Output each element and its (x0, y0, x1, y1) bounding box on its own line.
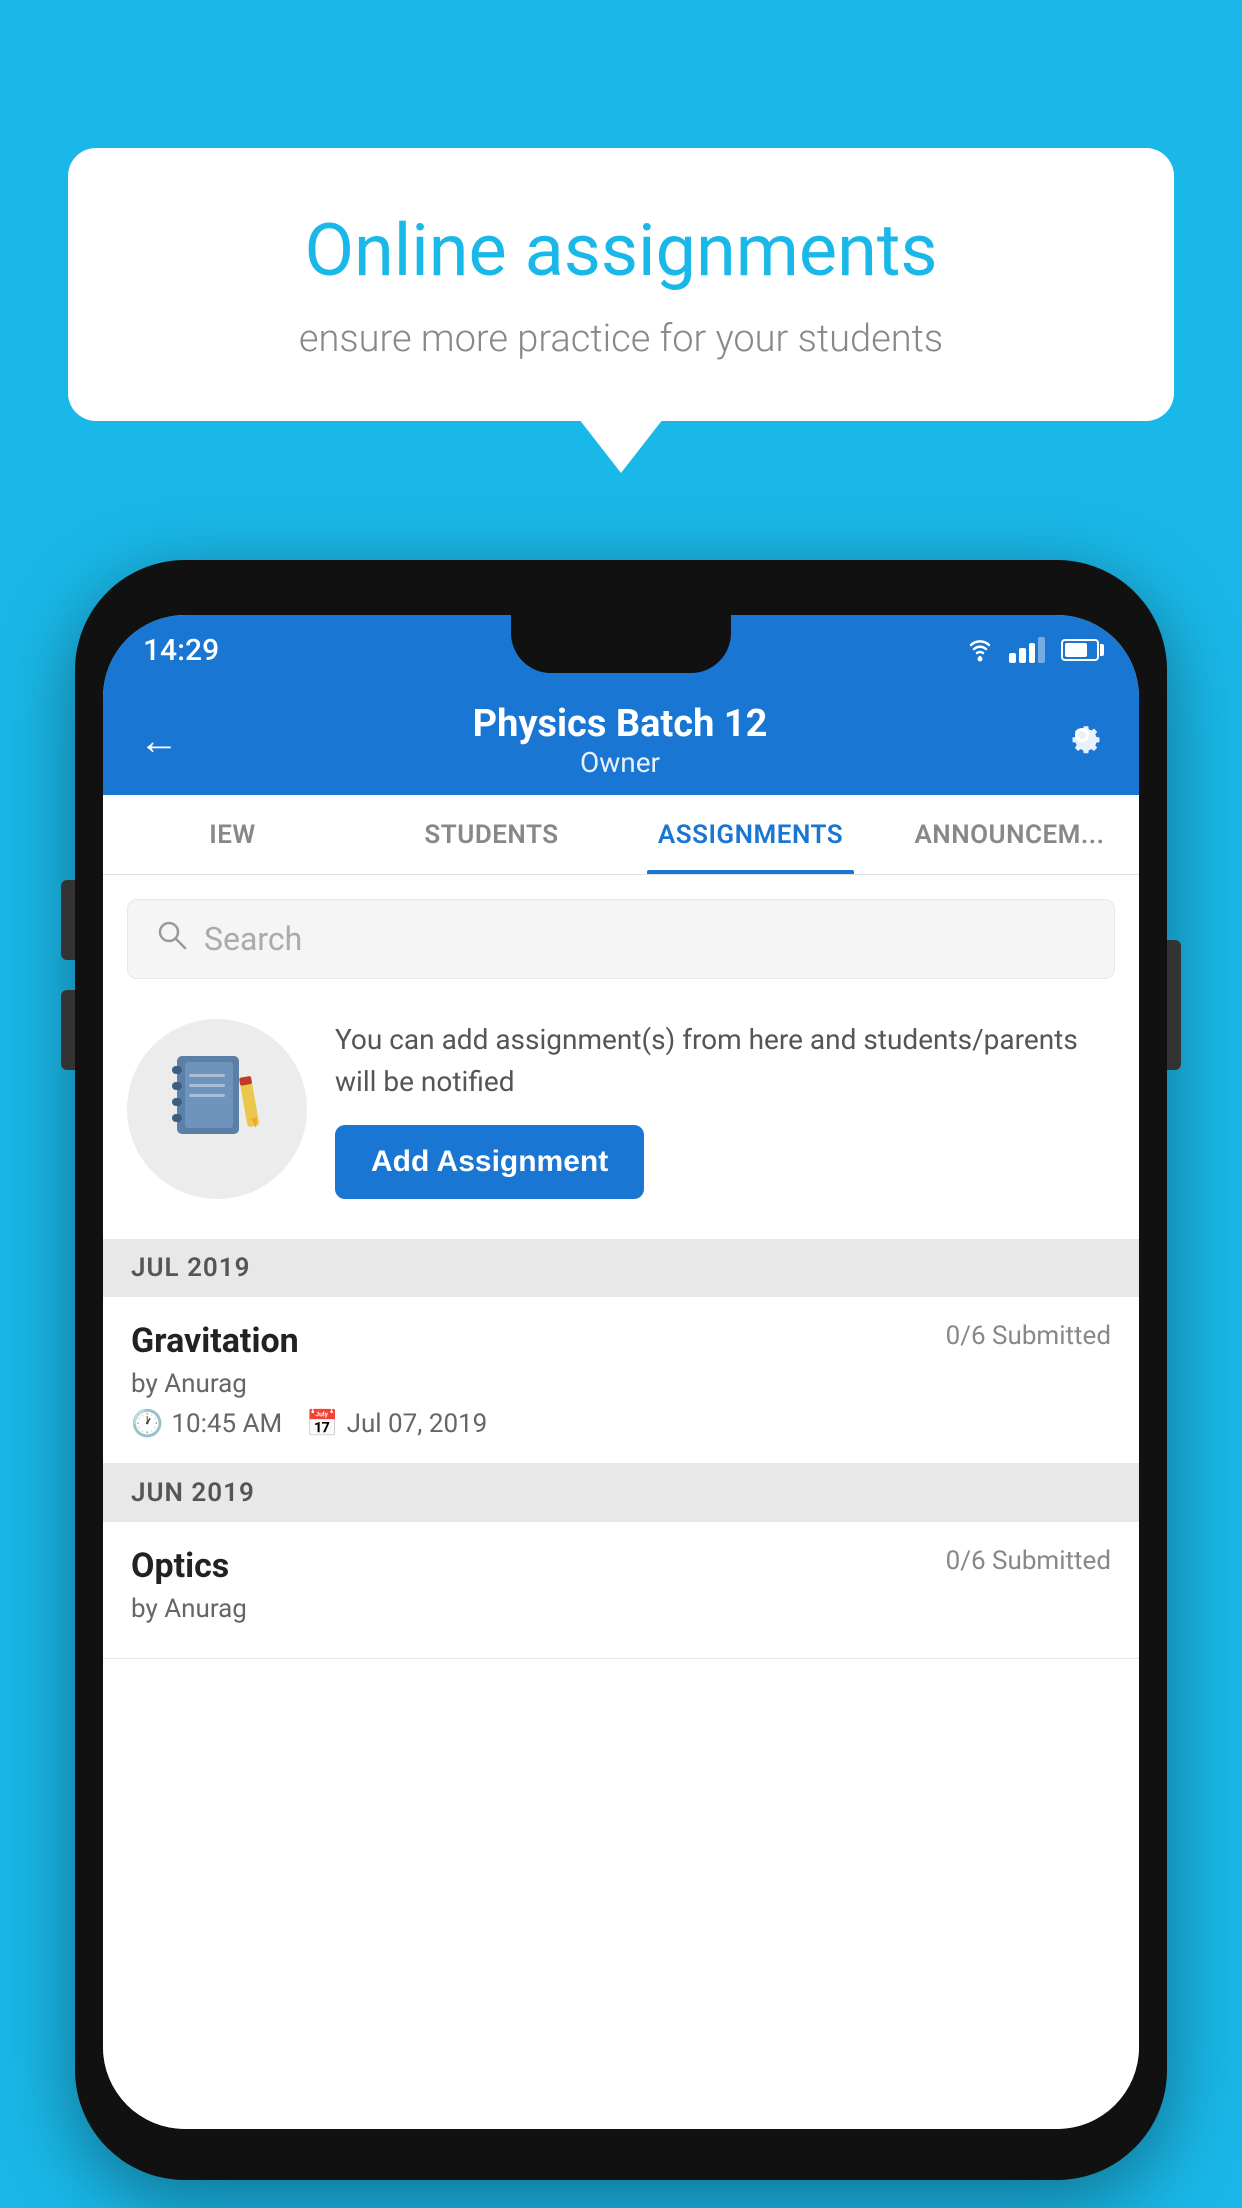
status-time: 14:29 (143, 633, 219, 668)
tab-assignments[interactable]: ASSIGNMENTS (621, 795, 880, 874)
search-bar[interactable]: Search (127, 899, 1115, 979)
volume-down-button[interactable] (61, 990, 75, 1070)
add-assignment-button[interactable]: Add Assignment (335, 1125, 644, 1199)
assignment-top: Gravitation 0/6 Submitted (131, 1321, 1111, 1361)
section-header-jul: JUL 2019 (103, 1239, 1139, 1297)
assignment-meta: 🕐 10:45 AM 📅 Jul 07, 2019 (131, 1409, 1111, 1439)
assignment-name-optics: Optics (131, 1546, 229, 1586)
phone-frame: 14:29 (75, 560, 1167, 2180)
battery-icon (1061, 639, 1099, 661)
notch (511, 615, 731, 673)
clock-icon: 🕐 (131, 1409, 163, 1439)
wifi-icon (963, 637, 997, 663)
status-icons (963, 637, 1099, 663)
speech-bubble-container: Online assignments ensure more practice … (68, 148, 1174, 421)
empty-state-icon (127, 1019, 307, 1199)
calendar-icon: 📅 (306, 1409, 338, 1439)
speech-bubble-title: Online assignments (148, 208, 1094, 293)
assignment-date: 📅 Jul 07, 2019 (306, 1409, 487, 1439)
gear-icon (1061, 714, 1103, 756)
assignment-author: by Anurag (131, 1369, 1111, 1399)
empty-state: You can add assignment(s) from here and … (127, 999, 1115, 1219)
assignment-author-optics: by Anurag (131, 1594, 1111, 1624)
content-area: Search (103, 875, 1139, 2129)
tab-students[interactable]: STUDENTS (362, 795, 621, 874)
assignment-submitted-optics: 0/6 Submitted (946, 1546, 1111, 1576)
speech-bubble: Online assignments ensure more practice … (68, 148, 1174, 421)
search-icon (156, 918, 188, 960)
empty-state-description: You can add assignment(s) from here and … (335, 1019, 1115, 1103)
power-button[interactable] (1167, 940, 1181, 1070)
empty-state-content: You can add assignment(s) from here and … (335, 1019, 1115, 1199)
assignment-top-optics: Optics 0/6 Submitted (131, 1546, 1111, 1586)
app-header: ← Physics Batch 12 Owner (103, 685, 1139, 795)
assignment-item-gravitation[interactable]: Gravitation 0/6 Submitted by Anurag 🕐 10… (103, 1297, 1139, 1464)
assignment-name: Gravitation (131, 1321, 299, 1361)
assignment-time: 🕐 10:45 AM (131, 1409, 282, 1439)
assignment-item-optics[interactable]: Optics 0/6 Submitted by Anurag (103, 1522, 1139, 1659)
header-center: Physics Batch 12 Owner (473, 702, 768, 779)
search-placeholder: Search (204, 920, 302, 958)
tab-iew[interactable]: IEW (103, 795, 362, 874)
speech-bubble-subtitle: ensure more practice for your students (148, 317, 1094, 361)
volume-up-button[interactable] (61, 880, 75, 960)
header-title: Physics Batch 12 (473, 702, 768, 746)
header-subtitle: Owner (473, 746, 768, 779)
tab-announcements[interactable]: ANNOUNCEM... (880, 795, 1139, 874)
phone-screen: 14:29 (103, 615, 1139, 2129)
back-button[interactable]: ← (139, 717, 179, 764)
tabs-bar: IEW STUDENTS ASSIGNMENTS ANNOUNCEM... (103, 795, 1139, 875)
assignment-submitted: 0/6 Submitted (946, 1321, 1111, 1351)
section-header-jun: JUN 2019 (103, 1464, 1139, 1522)
signal-icon (1009, 637, 1045, 663)
settings-button[interactable] (1061, 714, 1103, 766)
notebook-icon (167, 1048, 267, 1170)
